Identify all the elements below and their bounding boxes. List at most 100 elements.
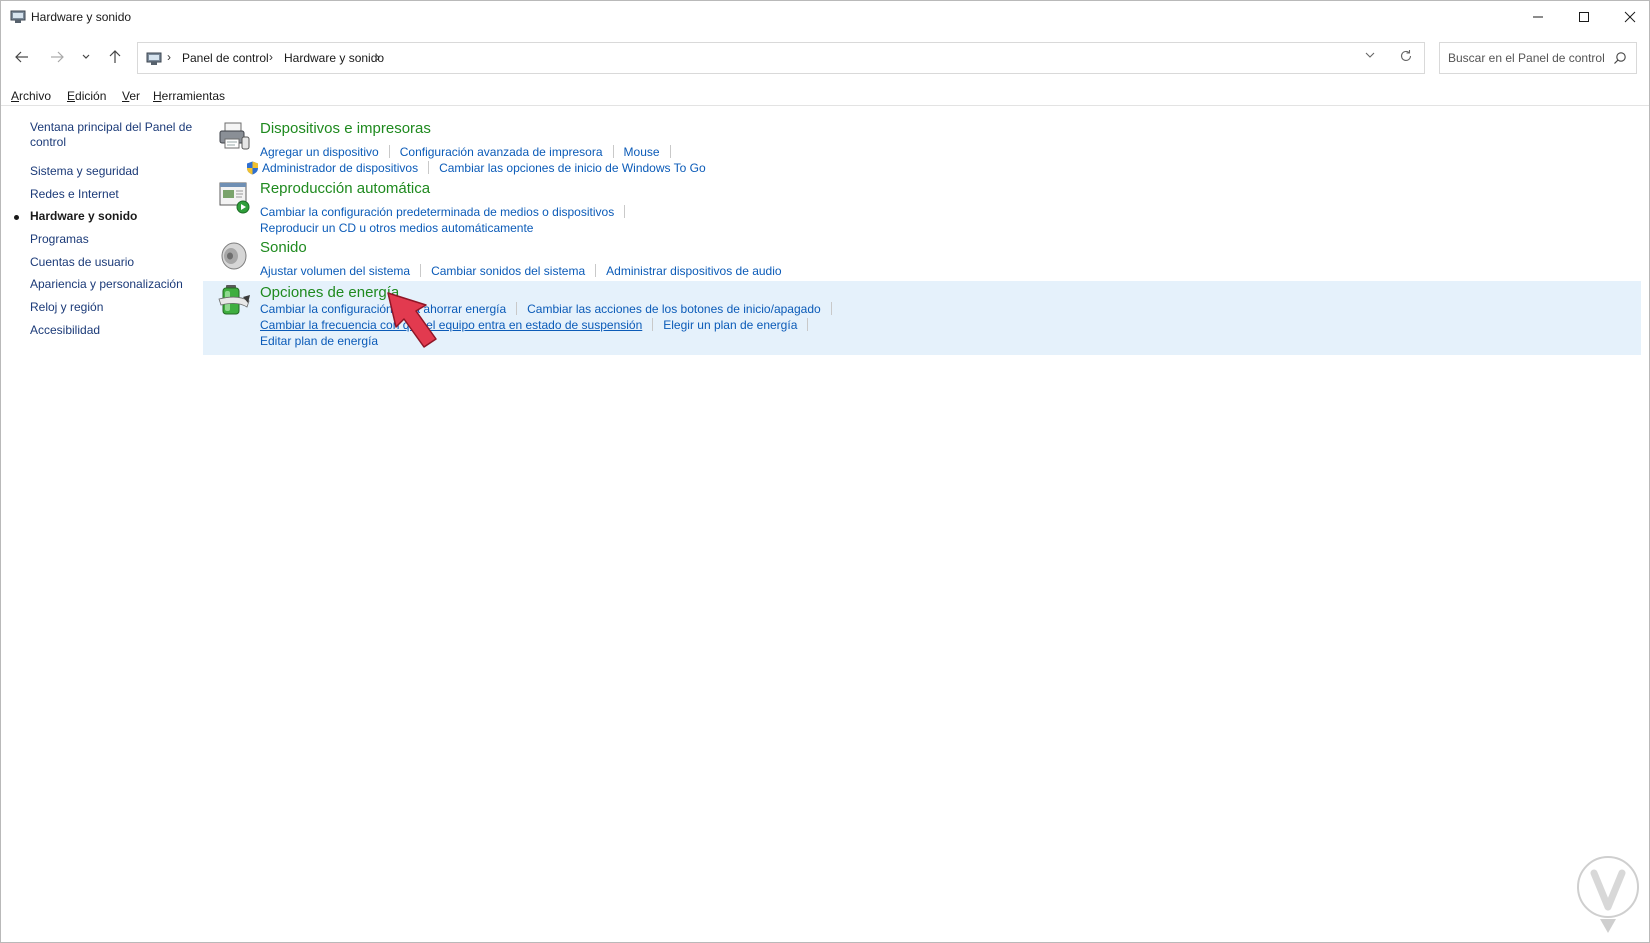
close-button[interactable] [1607, 1, 1650, 33]
maximize-icon [1579, 12, 1589, 22]
up-button[interactable] [103, 45, 127, 69]
link-acciones-botones-inicio[interactable]: Cambiar las acciones de los botones de i… [527, 302, 821, 316]
menu-edicion[interactable]: Edición [67, 89, 106, 103]
link-separator [612, 145, 614, 158]
menu-label: dición [75, 89, 107, 103]
breadcrumb-hardware-y-sonido[interactable]: Hardware y sonido [284, 51, 384, 65]
search-icon[interactable] [1612, 50, 1628, 66]
sidebar-item-programas[interactable]: Programas [30, 232, 195, 247]
breadcrumb-separator-icon[interactable]: › [167, 50, 171, 64]
menu-accelerator: H [153, 89, 162, 103]
breadcrumb-panel-de-control[interactable]: Panel de control [182, 51, 269, 65]
search-input[interactable] [1440, 43, 1610, 73]
menu-herramientas[interactable]: Herramientas [153, 89, 225, 103]
address-history-dropdown[interactable] [1365, 51, 1375, 62]
menu-label: er [129, 89, 141, 103]
sidebar-item-redes-e-internet[interactable]: Redes e Internet [30, 187, 195, 202]
menu-label: rchivo [19, 89, 52, 103]
category-reproduccion-automatica: Reproducción automática Cambiar la confi… [211, 177, 1641, 235]
menu-accelerator: E [67, 89, 76, 103]
menu-label: erramientas [161, 89, 226, 103]
menu-accelerator: A [11, 89, 20, 103]
back-button[interactable] [10, 45, 34, 69]
link-separator [830, 302, 832, 315]
category-title[interactable]: Opciones de energía [260, 284, 399, 301]
autoplay-icon[interactable] [217, 180, 251, 214]
forward-button[interactable] [45, 45, 69, 69]
link-elegir-plan[interactable]: Elegir un plan de energía [663, 318, 797, 332]
category-sonido: Sonido Ajustar volumen del sistema Cambia… [211, 237, 1641, 279]
sidebar-item-apariencia[interactable]: Apariencia y personalización [30, 277, 195, 292]
control-panel-app-icon [10, 10, 26, 23]
link-separator [652, 318, 654, 331]
category-title[interactable]: Sonido [260, 239, 307, 256]
link-editar-plan[interactable]: Editar plan de energía [260, 334, 378, 348]
link-row: Cambiar la configuración para ahorrar en… [260, 302, 842, 317]
arrow-left-icon [15, 51, 28, 63]
category-title[interactable]: Reproducción automática [260, 180, 430, 197]
printer-icon[interactable] [217, 119, 251, 153]
refresh-button[interactable] [1399, 49, 1413, 67]
link-row: Editar plan de energía [260, 334, 378, 349]
title-bar: Hardware y sonido [1, 1, 1649, 33]
minimize-icon [1533, 16, 1543, 18]
battery-icon[interactable] [217, 283, 251, 317]
link-mouse[interactable]: Mouse [624, 145, 660, 159]
address-bar[interactable]: › Panel de control › Hardware y sonido › [137, 42, 1425, 74]
link-frecuencia-suspension[interactable]: Cambiar la frecuencia con que el equipo … [260, 318, 642, 332]
link-row: Reproducir un CD u otros medios automáti… [260, 221, 533, 236]
sidebar-item-cuentas-de-usuario[interactable]: Cuentas de usuario [30, 255, 195, 270]
link-row: Agregar un dispositivo Configuración avan… [260, 145, 681, 160]
link-separator [807, 318, 809, 331]
category-dispositivos-e-impresoras: Dispositivos e impresoras Agregar un dis… [211, 117, 1641, 177]
link-row: Cambiar la frecuencia con que el equipo … [260, 318, 818, 333]
menu-ver[interactable]: Ver [122, 89, 140, 103]
window-title: Hardware y sonido [31, 10, 132, 24]
breadcrumb-separator-icon[interactable]: › [376, 50, 380, 64]
link-administrador-dispositivos[interactable]: Administrador de dispositivos [262, 161, 418, 175]
uac-shield-icon [247, 161, 258, 175]
link-separator [624, 205, 626, 218]
link-row: Ajustar volumen del sistema Cambiar sonid… [260, 264, 782, 279]
minimize-button[interactable] [1515, 1, 1561, 33]
control-panel-window: Hardware y sonido › Panel de control › H… [0, 0, 1650, 943]
sidebar-item-ventana-principal[interactable]: Ventana principal del Panel de control [30, 120, 195, 150]
link-administrar-audio[interactable]: Administrar dispositivos de audio [606, 264, 781, 278]
link-windows-to-go[interactable]: Cambiar las opciones de inicio de Window… [439, 161, 706, 175]
sidebar: Ventana principal del Panel de control S… [1, 107, 201, 927]
speaker-icon[interactable] [217, 239, 251, 273]
menu-bar: Archivo Edición Ver Herramientas [1, 86, 1649, 106]
close-icon [1624, 11, 1636, 23]
arrow-up-icon [109, 50, 121, 63]
link-ajustar-volumen[interactable]: Ajustar volumen del sistema [260, 264, 410, 278]
link-agregar-dispositivo[interactable]: Agregar un dispositivo [260, 145, 379, 159]
category-title[interactable]: Dispositivos e impresoras [260, 120, 431, 137]
link-separator [420, 264, 422, 277]
chevron-down-icon [1365, 52, 1375, 58]
red-arrow-pointer-icon [387, 292, 437, 348]
link-row: Cambiar la configuración predeterminada … [260, 205, 635, 220]
breadcrumb-separator-icon[interactable]: › [269, 50, 273, 64]
refresh-icon [1400, 50, 1412, 62]
main-content: Dispositivos e impresoras Agregar un dis… [203, 107, 1641, 927]
watermark-logo-icon [1577, 856, 1639, 933]
sidebar-item-reloj-y-region[interactable]: Reloj y región [30, 300, 195, 315]
link-separator [595, 264, 597, 277]
maximize-button[interactable] [1561, 1, 1607, 33]
sidebar-item-sistema-y-seguridad[interactable]: Sistema y seguridad [30, 164, 195, 179]
navigation-bar: › Panel de control › Hardware y sonido › [1, 39, 1649, 75]
recent-locations-button[interactable] [74, 45, 98, 69]
link-row: Administrador de dispositivos Cambiar las… [246, 161, 706, 176]
active-item-bullet [14, 215, 19, 220]
link-configuracion-medios[interactable]: Cambiar la configuración predeterminada … [260, 205, 614, 219]
link-cambiar-sonidos[interactable]: Cambiar sonidos del sistema [431, 264, 585, 278]
menu-archivo[interactable]: Archivo [11, 89, 51, 103]
arrow-right-icon [51, 51, 64, 63]
control-panel-icon [146, 52, 162, 65]
link-separator [516, 302, 518, 315]
sidebar-item-accesibilidad[interactable]: Accesibilidad [30, 323, 195, 338]
search-box[interactable] [1439, 42, 1637, 74]
link-configuracion-impresora[interactable]: Configuración avanzada de impresora [400, 145, 603, 159]
link-reproducir-cd[interactable]: Reproducir un CD u otros medios automáti… [260, 221, 533, 235]
link-separator [669, 145, 671, 158]
